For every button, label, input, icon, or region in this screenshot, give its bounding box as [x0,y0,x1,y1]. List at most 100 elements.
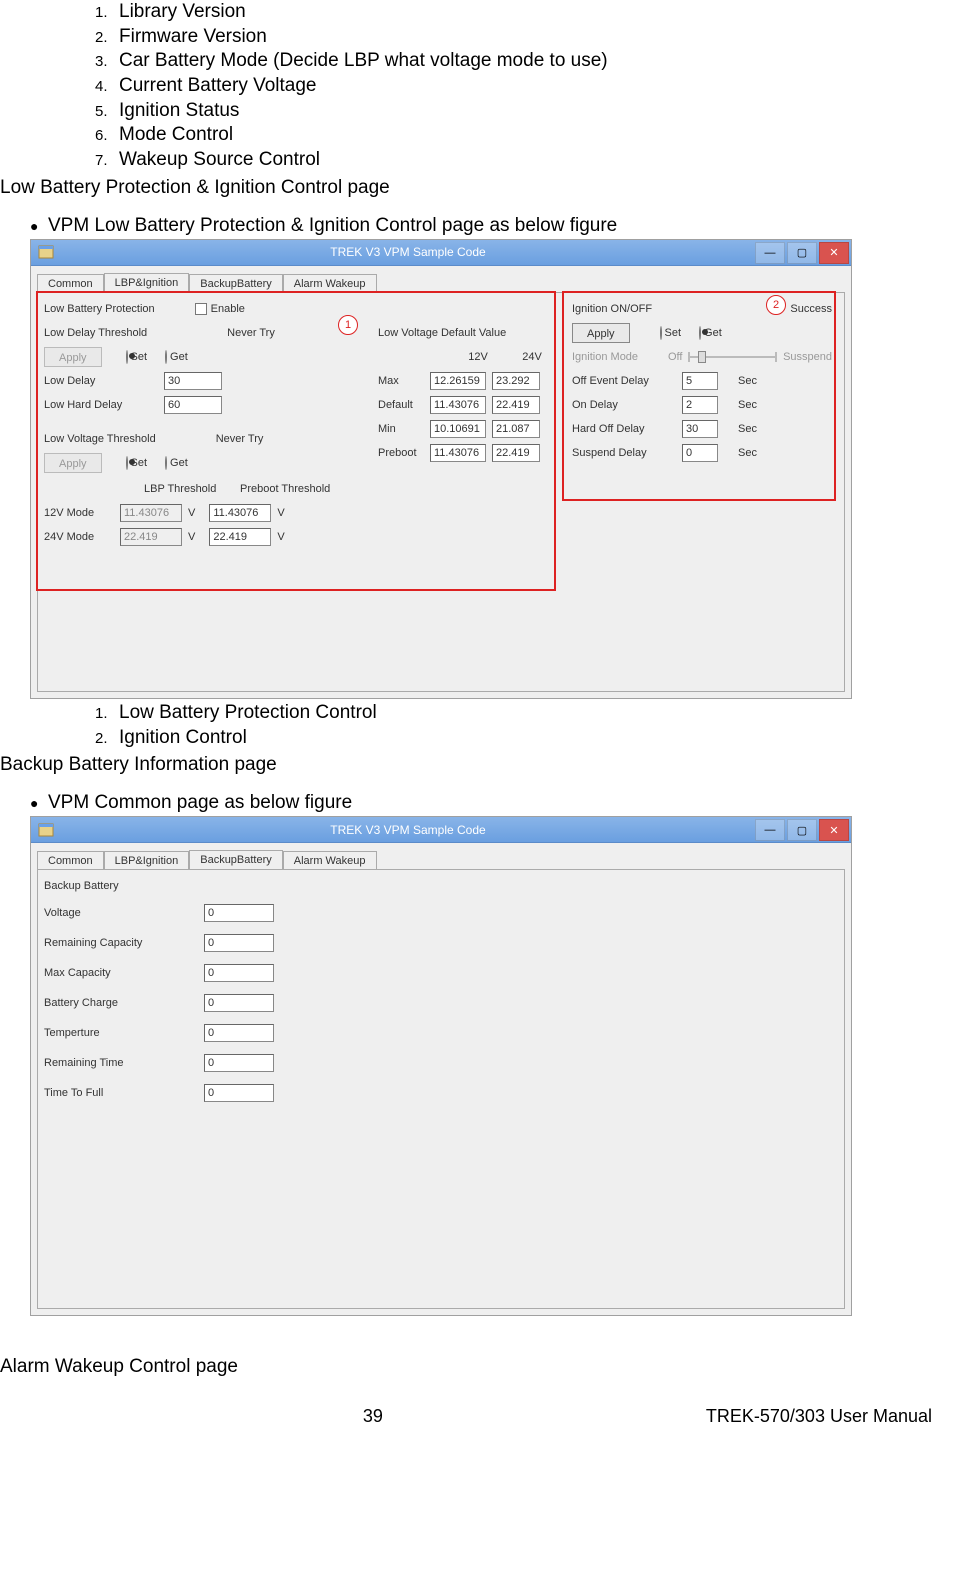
input-low-hard-delay[interactable] [164,396,222,414]
radio-get-2[interactable] [165,456,167,470]
label-low-delay-threshold: Low Delay Threshold [44,327,147,339]
tab-backup-battery[interactable]: BackupBattery [189,850,283,870]
label-time-to-full: Time To Full [44,1087,204,1099]
close-button[interactable]: ✕ [819,819,849,841]
apply-button-ignition[interactable]: Apply [572,323,630,343]
list-item: 2.Firmware Version [95,25,972,50]
page-footer: 39 TREK-570/303 User Manual [0,1388,972,1427]
input-min-24[interactable] [492,420,540,438]
slider-thumb[interactable] [698,351,706,363]
tab-lbp-ignition[interactable]: LBP&Ignition [104,273,190,293]
label-12v-mode: 12V Mode [44,507,120,519]
input-def-24[interactable] [492,396,540,414]
titlebar: TREK V3 VPM Sample Code — ▢ ✕ [31,240,851,266]
input-off-event-delay[interactable] [682,372,718,390]
list-item: 4.Current Battery Voltage [95,74,972,99]
input-preboot-24v[interactable] [209,528,271,546]
label-ignition-mode: Ignition Mode [572,351,668,363]
header-lbp-threshold: LBP Threshold [144,483,240,495]
label-never-try-1: Never Try [227,327,275,339]
label-preboot: Preboot [378,447,430,459]
list-item: 5.Ignition Status [95,99,972,124]
section-heading: Backup Battery Information page [0,754,972,776]
bullet-item: ●VPM Low Battery Protection & Ignition C… [0,215,972,237]
label-default: Default [378,399,430,411]
label-off-event-delay: Off Event Delay [572,375,682,387]
enable-checkbox[interactable] [195,303,207,315]
tab-alarm-wakeup[interactable]: Alarm Wakeup [283,851,377,870]
input-lbp-12v[interactable] [120,504,182,522]
input-remaining-time[interactable] [204,1054,274,1072]
label-low-voltage-threshold: Low Voltage Threshold [44,433,156,445]
input-def-12[interactable] [430,396,486,414]
close-button[interactable]: ✕ [819,242,849,264]
col-12v: 12V [450,351,506,363]
label-low-hard-delay: Low Hard Delay [44,399,164,411]
label-enable: Enable [211,303,245,315]
minimize-button[interactable]: — [755,819,785,841]
maximize-button[interactable]: ▢ [787,242,817,264]
input-battery-charge[interactable] [204,994,274,1012]
bullet-item: ●VPM Common page as below figure [0,792,972,814]
input-preboot-12v[interactable] [209,504,271,522]
label-ignition-onoff: Ignition ON/OFF [572,303,652,315]
minimize-button[interactable]: — [755,242,785,264]
list-item: 6.Mode Control [95,123,972,148]
label-suspend-delay: Suspend Delay [572,447,682,459]
list-item: 7.Wakeup Source Control [95,148,972,173]
tabstrip: Common LBP&Ignition BackupBattery Alarm … [37,847,845,869]
section-heading: Low Battery Protection & Ignition Contro… [0,177,972,199]
ordered-list-top: 1.Library Version 2.Firmware Version 3.C… [0,0,972,173]
label-success: Success [790,303,832,315]
label-never-try-2: Never Try [216,433,264,445]
label-suspend: Susspend [783,351,832,363]
label-hard-off-delay: Hard Off Delay [572,423,682,435]
window-title: TREK V3 VPM Sample Code [61,245,755,259]
input-time-to-full[interactable] [204,1084,274,1102]
input-lbp-24v[interactable] [120,528,182,546]
radio-set-ign[interactable] [660,326,662,340]
label-max: Max [378,375,430,387]
input-max-24[interactable] [492,372,540,390]
window-title: TREK V3 VPM Sample Code [61,823,755,837]
tab-lbp-ignition[interactable]: LBP&Ignition [104,851,190,870]
radio-get-1[interactable] [165,350,167,364]
list-item: 2.Ignition Control [95,726,972,751]
ordered-list-1: 1.Low Battery Protection Control 2.Ignit… [0,701,972,750]
input-hard-off-delay[interactable] [682,420,718,438]
input-temperature[interactable] [204,1024,274,1042]
input-low-delay[interactable] [164,372,222,390]
app-icon [37,243,55,261]
label-24v-mode: 24V Mode [44,531,120,543]
radio-set-2[interactable] [126,456,128,470]
apply-button-2[interactable]: Apply [44,453,102,473]
label-min: Min [378,423,430,435]
input-remaining-capacity[interactable] [204,934,274,952]
input-prb-12[interactable] [430,444,486,462]
doc-title: TREK-570/303 User Manual [706,1406,932,1427]
input-max-capacity[interactable] [204,964,274,982]
col-24v: 24V [506,351,558,363]
label-battery-charge: Battery Charge [44,997,204,1009]
label-backup-battery-header: Backup Battery [44,880,119,892]
input-max-12[interactable] [430,372,486,390]
input-min-12[interactable] [430,420,486,438]
page-number: 39 [40,1406,706,1427]
label-voltage: Voltage [44,907,204,919]
list-item: 1.Library Version [95,0,972,25]
list-item: 3.Car Battery Mode (Decide LBP what volt… [95,49,972,74]
titlebar: TREK V3 VPM Sample Code — ▢ ✕ [31,817,851,843]
label-temperature: Temperture [44,1027,204,1039]
input-voltage[interactable] [204,904,274,922]
radio-set-1[interactable] [126,350,128,364]
label-max-capacity: Max Capacity [44,967,204,979]
label-lvdv: Low Voltage Default Value [378,327,506,339]
label-off: Off [668,351,682,363]
tab-common[interactable]: Common [37,851,104,870]
input-prb-24[interactable] [492,444,540,462]
maximize-button[interactable]: ▢ [787,819,817,841]
input-on-delay[interactable] [682,396,718,414]
apply-button-1[interactable]: Apply [44,347,102,367]
input-suspend-delay[interactable] [682,444,718,462]
radio-get-ign[interactable] [699,326,701,340]
